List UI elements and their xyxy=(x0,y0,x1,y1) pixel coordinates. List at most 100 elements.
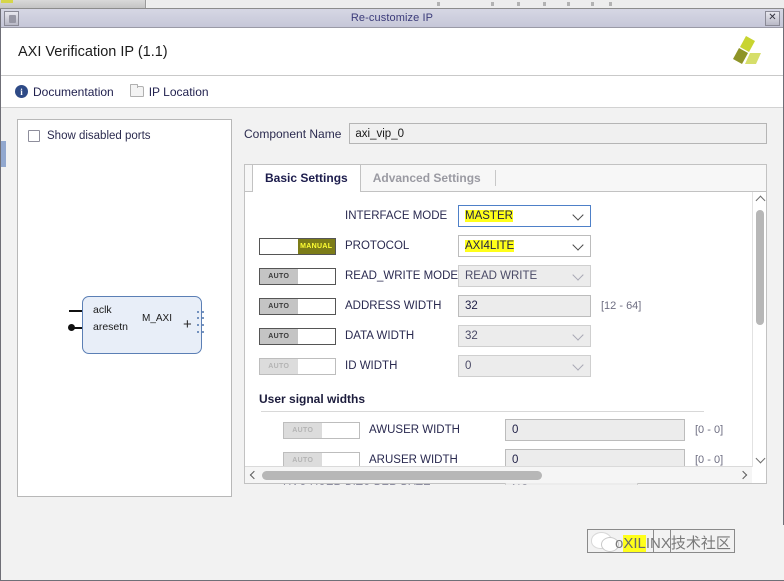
form-vertical-scrollbar[interactable] xyxy=(752,192,766,467)
horizontal-scroll-thumb[interactable] xyxy=(262,470,542,480)
background-window-strip xyxy=(0,0,784,9)
input-aruser-width-value: 0 xyxy=(512,454,519,466)
combo-data-width[interactable]: 32 xyxy=(458,325,591,347)
tab-advanced-settings-label: Advanced Settings xyxy=(372,170,481,185)
section-user-signal-widths: User signal widths xyxy=(259,392,366,406)
show-disabled-ports-row[interactable]: Show disabled ports xyxy=(18,120,231,142)
toggle-read-write-mode-auto-seg: AUTO xyxy=(260,268,298,284)
dialog-toolbar: i Documentation IP Location xyxy=(1,76,783,108)
component-name-label: Component Name xyxy=(244,126,342,141)
axi-vip-block-symbol: aclk aresetn M_AXI + xyxy=(68,296,204,356)
watermark-suffix: INX技术社区 xyxy=(645,535,731,552)
window-menu-icon[interactable] xyxy=(4,10,19,26)
combo-interface-mode[interactable]: MASTER xyxy=(458,205,591,227)
bus-connector-dots xyxy=(197,311,208,339)
dialog-header: AXI Verification IP (1.1) xyxy=(1,28,783,76)
toggle-data-width-manual-seg xyxy=(297,328,335,344)
close-icon[interactable]: ✕ xyxy=(765,10,780,26)
settings-panel: Component Name axi_vip_0 Basic Settings … xyxy=(244,119,767,580)
watermark-highlight: XIL xyxy=(623,535,646,552)
scroll-down-button[interactable] xyxy=(753,453,767,467)
chevron-down-icon xyxy=(572,329,584,341)
toggle-awuser-width-auto-seg: AUTO xyxy=(284,422,322,438)
form-horizontal-scrollbar[interactable] xyxy=(245,466,752,483)
ip-symbol-panel: Show disabled ports aclk aresetn M_AXI + xyxy=(17,119,232,497)
label-address-width: ADDRESS WIDTH xyxy=(345,300,442,312)
expand-port-icon[interactable]: + xyxy=(183,317,192,332)
info-icon: i xyxy=(15,85,28,98)
background-window-body xyxy=(147,0,784,8)
settings-form-scroll-area: INTERFACE MODE MASTER MANUAL PROTOCOL AX… xyxy=(245,192,766,485)
toggle-read-write-mode-manual-seg xyxy=(297,268,335,284)
tab-advanced-settings[interactable]: Advanced Settings xyxy=(361,164,493,191)
combo-protocol-value: AXI4LITE xyxy=(465,240,515,252)
toggle-id-width-auto-seg: AUTO xyxy=(260,358,298,374)
label-awuser-width: AWUSER WIDTH xyxy=(369,424,460,436)
background-mark-1 xyxy=(437,2,440,6)
background-mark-6 xyxy=(591,2,594,6)
component-name-input[interactable]: axi_vip_0 xyxy=(349,123,767,144)
tab-basic-settings[interactable]: Basic Settings xyxy=(252,165,361,192)
port-label-aresetn: aresetn xyxy=(93,321,129,333)
ip-location-button[interactable]: IP Location xyxy=(129,84,209,99)
chevron-down-icon xyxy=(572,359,584,371)
label-aruser-width: ARUSER WIDTH xyxy=(369,454,458,466)
range-address-width: [12 - 64] xyxy=(601,300,642,312)
documentation-button[interactable]: i Documentation xyxy=(15,85,114,99)
tab-basic-settings-label: Basic Settings xyxy=(265,171,348,185)
scroll-up-button[interactable] xyxy=(753,192,767,206)
scroll-left-button[interactable] xyxy=(245,467,260,484)
toggle-data-width-auto-seg: AUTO xyxy=(260,328,298,344)
toggle-data-width[interactable]: AUTO xyxy=(259,327,336,345)
ip-location-label: IP Location xyxy=(148,84,209,99)
label-read-write-mode: READ_WRITE MODE xyxy=(345,270,459,282)
pin-aresetn-wire xyxy=(73,327,82,329)
input-address-width[interactable]: 32 xyxy=(458,295,591,317)
toggle-address-width[interactable]: AUTO xyxy=(259,297,336,315)
page-title: AXI Verification IP (1.1) xyxy=(18,43,168,60)
documentation-label: Documentation xyxy=(33,84,114,99)
combo-id-width-value: 0 xyxy=(465,360,472,372)
label-has-user-bits-per-byte: HAS USER BITS PER BYTE xyxy=(283,484,431,485)
input-address-width-value: 32 xyxy=(465,300,478,312)
chevron-down-icon xyxy=(572,239,584,251)
chevron-down-icon xyxy=(572,209,584,221)
xilinx-logo xyxy=(733,36,761,64)
show-disabled-ports-label: Show disabled ports xyxy=(47,130,151,142)
toggle-protocol[interactable]: MANUAL xyxy=(259,237,336,255)
show-disabled-ports-checkbox[interactable] xyxy=(28,130,40,142)
combo-id-width[interactable]: 0 xyxy=(458,355,591,377)
component-name-value: axi_vip_0 xyxy=(355,127,404,140)
row-awuser-width: AUTO AWUSER WIDTH 0 [0 - 0] xyxy=(259,415,723,445)
background-mark-3 xyxy=(517,2,520,6)
input-awuser-width[interactable]: 0 xyxy=(505,419,685,441)
input-awuser-width-value: 0 xyxy=(512,424,519,436)
chevron-down-icon xyxy=(572,269,584,281)
toggle-read-write-mode[interactable]: AUTO xyxy=(259,267,336,285)
footer-area: oXILINX技术社区 xyxy=(1,525,784,580)
chevron-down-icon xyxy=(619,483,631,485)
range-awuser-width: [0 - 0] xyxy=(695,424,724,436)
row-address-width: AUTO ADDRESS WIDTH 32 [12 - 64] xyxy=(259,291,718,321)
dialog-title: Re-customize IP xyxy=(350,12,434,24)
label-protocol: PROTOCOL xyxy=(345,240,410,252)
background-mark-7 xyxy=(609,2,612,6)
combo-interface-mode-value: MASTER xyxy=(465,210,513,222)
row-read-write-mode: AUTO READ_WRITE MODE READ WRITE xyxy=(259,261,718,291)
settings-form: INTERFACE MODE MASTER MANUAL PROTOCOL AX… xyxy=(245,192,723,485)
vertical-scroll-thumb[interactable] xyxy=(756,210,764,325)
dialog-body: Show disabled ports aclk aresetn M_AXI + xyxy=(1,108,783,580)
row-id-width: AUTO ID WIDTH 0 xyxy=(259,351,718,381)
combo-has-user-bits-per-byte-value: NO xyxy=(512,484,529,485)
row-interface-mode: INTERFACE MODE MASTER xyxy=(259,201,718,231)
combo-protocol[interactable]: AXI4LITE xyxy=(458,235,591,257)
horizontal-scroll-track[interactable] xyxy=(260,467,737,484)
folder-icon xyxy=(129,84,144,97)
toggle-awuser-width-manual-seg xyxy=(321,422,359,438)
pin-aclk-wire xyxy=(69,310,82,312)
combo-read-write-mode[interactable]: READ WRITE xyxy=(458,265,591,287)
background-mark-2 xyxy=(491,2,494,6)
toggle-address-width-manual-seg xyxy=(297,298,335,314)
scroll-right-button[interactable] xyxy=(737,467,752,484)
background-tab-accent xyxy=(1,0,13,3)
